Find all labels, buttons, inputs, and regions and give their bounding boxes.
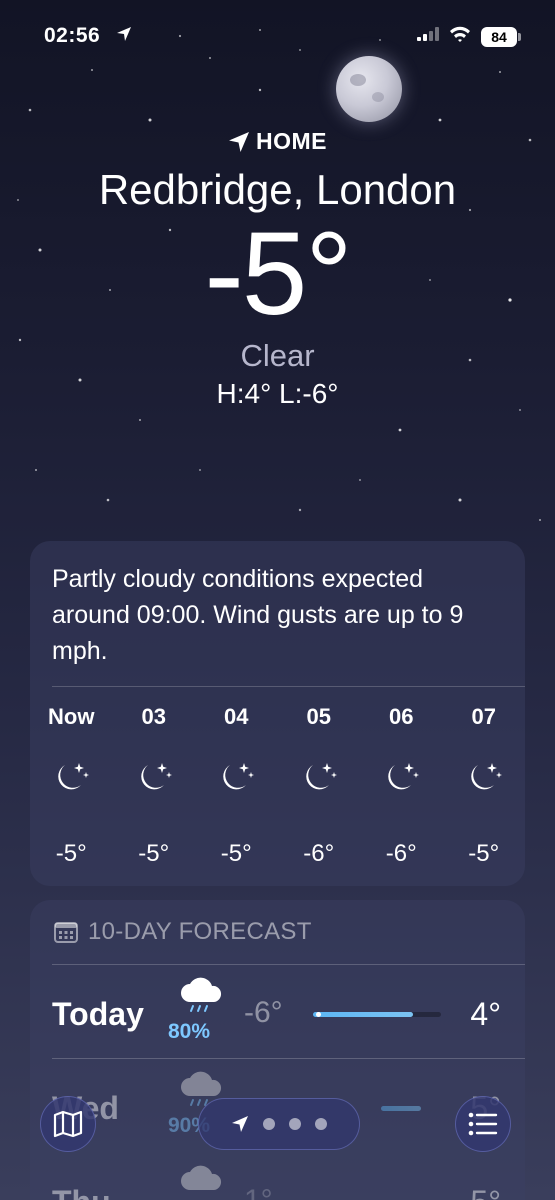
- bottom-toolbar: [0, 1090, 555, 1170]
- hourly-divider: [52, 686, 525, 687]
- hourly-forecast-card[interactable]: Partly cloudy conditions expected around…: [30, 541, 525, 886]
- forecast-divider: [52, 1058, 525, 1059]
- hourly-list[interactable]: Now -5° 03 -5° 04 -5° 05 -6° 06 -6° 07 -…: [30, 704, 525, 868]
- forecast-high: 4°: [470, 996, 501, 1032]
- forecast-low: 1°: [244, 1184, 273, 1200]
- forecast-row-today[interactable]: Today 80% -6° 4°: [30, 968, 525, 1058]
- hour-label: 06: [389, 704, 414, 729]
- moon-image: [336, 56, 402, 122]
- calendar-icon: [54, 922, 78, 943]
- map-icon: [53, 1110, 83, 1138]
- location-name: Redbridge, London: [98, 165, 457, 213]
- city-list-button[interactable]: [455, 1096, 511, 1152]
- hour-temp: -6°: [303, 840, 335, 867]
- location-arrow-icon: [229, 131, 249, 152]
- temperature-range-bar: [313, 1012, 441, 1017]
- hour-item: 07 -5°: [443, 704, 526, 868]
- home-tag: HOME: [228, 128, 327, 155]
- hour-temp: -5°: [55, 840, 87, 867]
- page-indicator[interactable]: [198, 1098, 360, 1150]
- status-indicators: 84: [417, 26, 521, 47]
- moon-stars-icon: [30, 744, 113, 814]
- hour-item: 04 -5°: [195, 704, 278, 868]
- hour-temp: -5°: [138, 840, 170, 867]
- hour-label: 05: [306, 704, 331, 729]
- hour-label: Now: [48, 704, 95, 729]
- current-condition: Clear: [240, 337, 315, 373]
- current-temperature: -5°: [204, 207, 352, 340]
- moon-stars-icon: [360, 744, 443, 814]
- forecast-divider: [52, 964, 525, 965]
- hourly-summary: Partly cloudy conditions expected around…: [52, 565, 464, 665]
- map-button[interactable]: [40, 1096, 96, 1152]
- hour-label: 07: [471, 704, 496, 729]
- hour-temp: -5°: [468, 840, 500, 867]
- forecast-day: Today: [52, 996, 144, 1032]
- location-arrow-icon: [232, 1116, 248, 1132]
- hour-temp: -6°: [385, 840, 417, 867]
- page-dot: [289, 1118, 301, 1130]
- forecast-day: Thu: [52, 1184, 111, 1200]
- forecast-header: 10-DAY FORECAST: [54, 918, 312, 946]
- hour-item: Now -5°: [30, 704, 113, 868]
- hour-item: 03 -5°: [113, 704, 196, 868]
- hour-item: 05 -6°: [278, 704, 361, 868]
- moon-stars-icon: [443, 744, 526, 814]
- hour-label: 03: [141, 704, 166, 729]
- page-dot: [315, 1118, 327, 1130]
- high-low: H:4° L:-6°: [216, 377, 339, 409]
- location-services-icon: [116, 26, 132, 47]
- home-label: HOME: [256, 128, 327, 154]
- wifi-icon: [449, 26, 471, 47]
- list-icon: [468, 1112, 498, 1136]
- moon-stars-icon: [278, 744, 361, 814]
- hour-label: 04: [224, 704, 249, 729]
- forecast-title: 10-DAY FORECAST: [88, 918, 312, 945]
- forecast-high: 5°: [470, 1184, 501, 1200]
- moon-stars-icon: [195, 744, 278, 814]
- forecast-low: -6°: [244, 996, 283, 1029]
- cloud-rain-icon: [176, 976, 226, 1021]
- hour-item: 06 -6°: [360, 704, 443, 868]
- current-weather: HOME Redbridge, London -5° Clear H:4° L:…: [0, 128, 555, 410]
- hour-temp: -5°: [220, 840, 252, 867]
- battery-icon: 84: [481, 26, 521, 47]
- precip-chance: 80%: [168, 1020, 211, 1043]
- page-dot: [263, 1118, 275, 1130]
- status-time: 02:56: [44, 24, 101, 47]
- status-bar: 02:56 84: [0, 22, 555, 52]
- current-temp-dot: [316, 1012, 321, 1017]
- temperature-range-fill: [313, 1012, 413, 1017]
- signal-icon: [417, 27, 439, 46]
- moon-stars-icon: [113, 744, 196, 814]
